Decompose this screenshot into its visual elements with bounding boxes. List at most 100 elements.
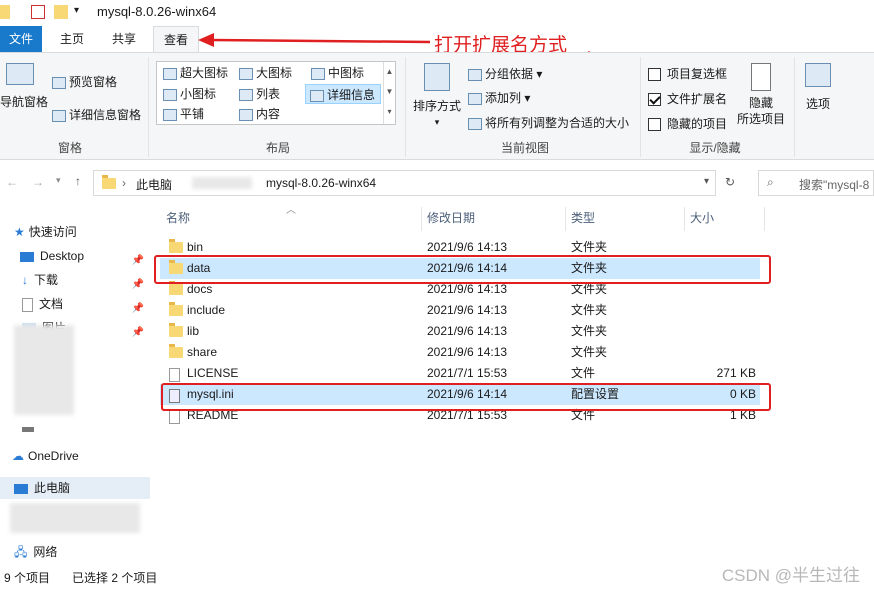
group-label-current-view: 当前视图 <box>500 141 549 155</box>
folder-icon <box>102 175 116 189</box>
details-pane-icon <box>52 109 66 122</box>
file-row[interactable]: lib 2021/9/6 14:13 文件夹 <box>160 321 760 342</box>
layout-small-icons[interactable]: 小图标 <box>159 84 216 104</box>
file-size: 271 KB <box>716 366 756 380</box>
navigation-pane-icon <box>6 63 34 85</box>
blurred-nav-items <box>14 325 74 415</box>
back-icon[interactable]: ← <box>6 175 18 189</box>
preview-pane-button[interactable]: 预览窗格 <box>52 73 117 90</box>
column-divider[interactable] <box>764 207 765 231</box>
add-column-button[interactable]: 添加列 ▾ <box>468 89 530 106</box>
ribbon-divider <box>794 57 795 157</box>
options-button[interactable]: 选项 <box>800 63 836 112</box>
folder-icon <box>169 281 183 295</box>
ribbon-divider <box>148 57 149 157</box>
file-icon <box>169 368 180 382</box>
up-icon[interactable]: ↑ <box>75 174 81 188</box>
group-label-panes: 窗格 <box>57 141 82 155</box>
column-header-size[interactable]: 大小 <box>690 209 714 226</box>
item-count: 9 个项目 <box>4 571 51 585</box>
breadcrumb-this-pc[interactable]: 此电脑 <box>136 176 172 193</box>
layout-tiles[interactable]: 平铺 <box>159 104 204 124</box>
file-extensions-checkbox[interactable] <box>648 93 661 107</box>
download-icon: ↓ <box>22 273 28 287</box>
layout-scroll-arrows[interactable]: ▲ ▼ ▾ <box>383 62 395 124</box>
folder-icon <box>169 239 183 253</box>
fit-columns-icon <box>468 117 482 130</box>
nav-quick-access[interactable]: ★ 快速访问 <box>0 221 150 243</box>
file-row[interactable]: LICENSE 2021/7/1 15:53 文件 271 KB <box>160 363 760 384</box>
file-extensions-toggle[interactable]: 文件扩展名 <box>648 90 727 107</box>
computer-icon <box>14 483 28 494</box>
blurred-nav-items <box>10 503 140 533</box>
file-row[interactable]: include 2021/9/6 14:13 文件夹 <box>160 300 760 321</box>
navigation-pane: ★快速访问 Desktop📌 ↓下载📌 文档📌 图片📌 ☁OneDrive 此电… <box>0 205 150 565</box>
file-date: 2021/9/6 14:13 <box>427 303 508 317</box>
fit-columns-button[interactable]: 将所有列调整为合适的大小 <box>468 114 629 131</box>
drive-icon <box>22 427 34 432</box>
navigation-pane-button[interactable]: 导航窗格 <box>0 63 48 110</box>
blurred-path-segment <box>192 177 252 189</box>
file-list: ︿ 名称 修改日期 类型 大小 bin 2021/9/6 14:13 文件夹 data… <box>154 205 874 565</box>
nav-item-downloads[interactable]: ↓ 下载 📌 <box>0 269 150 291</box>
documents-icon <box>22 297 33 312</box>
nav-this-pc[interactable]: 此电脑 <box>0 477 150 499</box>
selection-count: 已选择 2 个项目 <box>72 571 158 585</box>
nav-item-desktop[interactable]: Desktop 📌 <box>0 245 150 267</box>
file-type: 文件夹 <box>571 345 608 359</box>
file-type: 文件 <box>571 366 596 380</box>
column-divider[interactable] <box>565 207 566 231</box>
item-checkboxes-toggle[interactable]: 项目复选框 <box>648 65 727 82</box>
recent-locations-icon[interactable]: ▾ <box>56 175 61 186</box>
address-row: ← → ▾ ↑ › 此电脑 mysql-8.0.26-winx64 ▾ ↻ ⌕ … <box>0 161 874 205</box>
ribbon-divider <box>640 57 641 157</box>
item-checkboxes-checkbox[interactable] <box>648 68 661 82</box>
layout-details[interactable]: 详细信息 <box>305 84 381 104</box>
hide-selected-button[interactable]: 隐藏 所选项目 <box>734 63 788 127</box>
nav-onedrive[interactable]: ☁ OneDrive <box>0 445 150 467</box>
cloud-icon: ☁ <box>12 449 24 463</box>
file-type: 文件夹 <box>571 324 608 338</box>
search-icon: ⌕ <box>767 175 774 189</box>
address-bar[interactable]: › 此电脑 mysql-8.0.26-winx64 ▾ <box>93 170 716 196</box>
layout-list[interactable]: 列表 <box>235 84 280 104</box>
layout-content[interactable]: 内容 <box>235 104 280 124</box>
tiles-icon <box>163 108 177 121</box>
column-divider[interactable] <box>421 207 422 231</box>
hide-selected-icon <box>751 63 771 91</box>
file-date: 2021/9/6 14:13 <box>427 345 508 359</box>
refresh-icon[interactable]: ↻ <box>725 175 735 189</box>
address-dropdown-icon[interactable]: ▾ <box>704 176 709 187</box>
network-icon: 🖧 <box>14 545 28 559</box>
details-pane-button[interactable]: 详细信息窗格 <box>52 106 141 123</box>
column-header-name[interactable]: 名称 <box>166 209 190 226</box>
nav-item-documents[interactable]: 文档 📌 <box>0 293 150 315</box>
sort-by-button[interactable]: 排序方式 ▾ <box>410 63 464 128</box>
forward-icon[interactable]: → <box>32 175 44 189</box>
file-type: 文件夹 <box>571 303 608 317</box>
layout-medium-icons[interactable]: 中图标 <box>307 63 364 83</box>
layout-extra-large-icons[interactable]: 超大图标 <box>159 63 228 83</box>
file-row[interactable]: share 2021/9/6 14:13 文件夹 <box>160 342 760 363</box>
extra-large-icons-icon <box>163 67 177 80</box>
group-by-button[interactable]: 分组依据 ▾ <box>468 65 542 82</box>
pin-icon[interactable]: 📌 <box>132 322 144 344</box>
hidden-items-toggle[interactable]: 隐藏的项目 <box>648 115 727 132</box>
column-header-date[interactable]: 修改日期 <box>427 209 475 226</box>
search-box[interactable]: ⌕ 搜索"mysql-8 <box>758 170 874 196</box>
column-divider[interactable] <box>684 207 685 231</box>
hidden-items-checkbox[interactable] <box>648 118 661 132</box>
layout-large-icons[interactable]: 大图标 <box>235 63 292 83</box>
sort-by-icon <box>424 63 450 91</box>
ribbon-divider <box>405 57 406 157</box>
file-date: 2021/7/1 15:53 <box>427 366 508 380</box>
breadcrumb-current[interactable]: mysql-8.0.26-winx64 <box>266 176 376 190</box>
sort-indicator-icon: ︿ <box>286 205 296 216</box>
highlight-box-data <box>154 255 771 284</box>
layout-gallery: 超大图标 大图标 中图标 小图标 列表 详细信息 平铺 内容 ▲ ▼ ▾ <box>156 61 396 125</box>
column-header-type[interactable]: 类型 <box>571 209 595 226</box>
nav-network[interactable]: 🖧 网络 <box>0 541 150 563</box>
file-name: share <box>187 345 218 359</box>
content-icon <box>239 108 253 121</box>
watermark: CSDN @半生过往 <box>721 566 860 585</box>
